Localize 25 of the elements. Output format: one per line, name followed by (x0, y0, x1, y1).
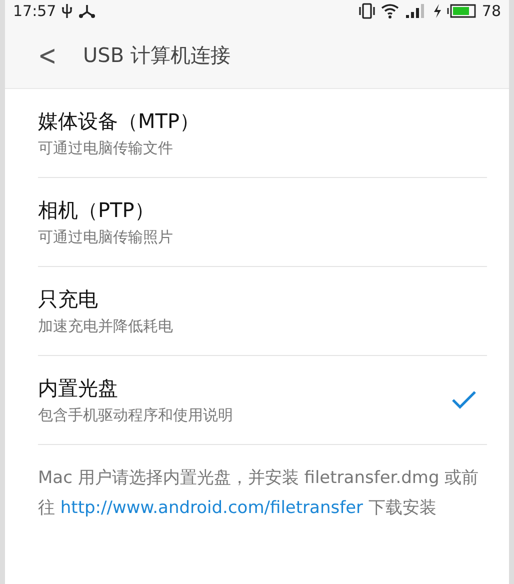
option-description: 包含手机驱动程序和使用说明 (38, 406, 234, 425)
option-item[interactable]: 媒体设备（MTP） 可通过电脑传输文件 (38, 89, 487, 178)
back-button[interactable]: < (38, 38, 62, 72)
signal-icon (404, 3, 427, 19)
option-description: 可通过电脑传输照片 (38, 228, 174, 247)
option-title: 内置光盘 (38, 375, 119, 402)
wifi-icon (380, 3, 400, 19)
page-title: USB 计算机连接 (83, 42, 230, 68)
note-text: Mac 用户请选择内置光盘，并安装 filetransfer.dmg 或前往 http://www.android.com/filetransfer 下载安装 (38, 467, 480, 520)
option-item[interactable]: 相机（PTP） 可通过电脑传输照片 (38, 178, 487, 267)
option-title: 相机（PTP） (38, 197, 156, 224)
battery-percent: 78 (482, 2, 501, 20)
vibrate-icon (358, 3, 375, 19)
option-title: 媒体设备（MTP） (38, 108, 201, 135)
option-item[interactable]: 只充电 加速充电并降低耗电 (38, 267, 487, 356)
download-link[interactable]: http://www.android.com/filetransfer (60, 498, 364, 518)
charging-icon (432, 3, 442, 19)
status-time: 17:57 (13, 2, 56, 20)
option-description: 可通过电脑传输文件 (38, 139, 174, 158)
option-title: 只充电 (38, 286, 99, 313)
debug-icon (78, 3, 96, 19)
usb-icon (61, 3, 74, 19)
battery-icon (446, 3, 477, 19)
option-description: 加速充电并降低耗电 (38, 317, 174, 336)
option-item[interactable]: 内置光盘 包含手机驱动程序和使用说明 (38, 356, 487, 445)
